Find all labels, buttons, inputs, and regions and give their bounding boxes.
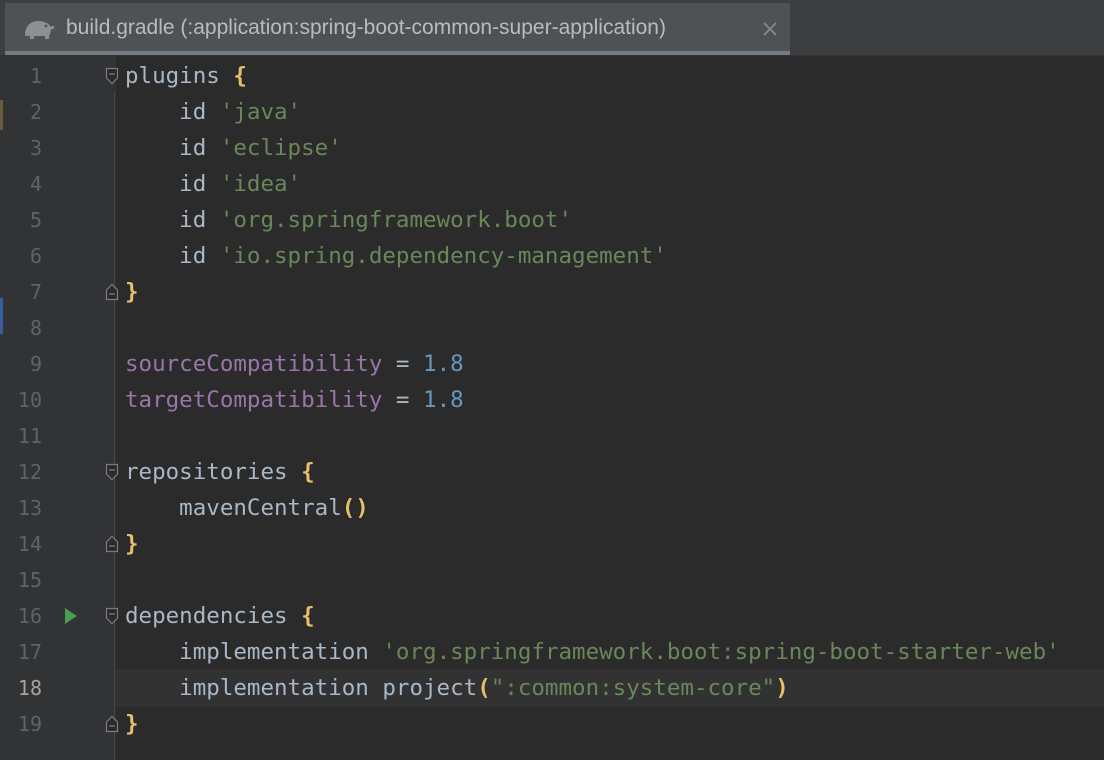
code-token: ) — [775, 675, 789, 701]
fold-end-icon[interactable] — [105, 535, 119, 553]
code-line[interactable]: 15 — [0, 562, 1104, 598]
code-token: 'io.spring.dependency-management' — [219, 243, 667, 269]
code-text[interactable]: id 'java' — [125, 94, 301, 130]
fold-collapse-icon[interactable] — [105, 67, 119, 85]
fold-end-icon[interactable] — [105, 283, 119, 301]
code-token: sourceCompatibility — [125, 351, 383, 377]
code-line[interactable]: 18 implementation project(":common:syste… — [0, 670, 1104, 706]
code-text[interactable]: plugins { — [125, 58, 247, 94]
code-line[interactable]: 5 id 'org.springframework.boot' — [0, 202, 1104, 238]
code-token: ( — [477, 675, 491, 701]
code-token: 'eclipse' — [219, 135, 342, 161]
code-line[interactable]: 8 — [0, 310, 1104, 346]
code-line[interactable]: 10 targetCompatibility = 1.8 — [0, 382, 1104, 418]
code-line[interactable]: 16 dependencies { — [0, 598, 1104, 634]
code-token: id — [125, 135, 220, 161]
editor-tab-bar: build.gradle (:application:spring-boot-c… — [0, 0, 1104, 56]
code-token: { — [301, 459, 315, 485]
line-number[interactable]: 8 — [0, 310, 42, 346]
line-number[interactable]: 17 — [0, 634, 42, 670]
code-text[interactable]: repositories { — [125, 454, 315, 490]
code-text[interactable]: id 'eclipse' — [125, 130, 342, 166]
code-line[interactable]: 13 mavenCentral() — [0, 490, 1104, 526]
code-token: targetCompatibility — [125, 387, 383, 413]
code-token: implementation project — [125, 675, 478, 701]
code-text[interactable]: id 'io.spring.dependency-management' — [125, 238, 667, 274]
line-number[interactable]: 2 — [0, 94, 42, 130]
code-line[interactable]: 1 plugins { — [0, 58, 1104, 94]
tab-build-gradle[interactable]: build.gradle (:application:spring-boot-c… — [5, 3, 790, 55]
line-number[interactable]: 19 — [0, 706, 42, 742]
code-token: plugins — [125, 63, 234, 89]
line-number[interactable]: 18 — [0, 670, 42, 706]
code-token: () — [341, 495, 369, 521]
code-token: 1.8 — [423, 387, 464, 413]
code-token: ":common:system-core" — [490, 675, 776, 701]
code-line[interactable]: 9 sourceCompatibility = 1.8 — [0, 346, 1104, 382]
code-line[interactable]: 11 — [0, 418, 1104, 454]
line-number[interactable]: 9 — [0, 346, 42, 382]
code-token: implementation — [125, 639, 383, 665]
code-token: = — [382, 387, 424, 413]
line-number[interactable]: 3 — [0, 130, 42, 166]
code-token: id — [125, 171, 220, 197]
close-icon[interactable] — [761, 20, 779, 38]
code-token: id — [125, 99, 220, 125]
fold-collapse-icon[interactable] — [105, 463, 119, 481]
code-token: 'idea' — [219, 171, 302, 197]
code-text[interactable]: implementation project(":common:system-c… — [125, 670, 789, 706]
code-line[interactable]: 17 implementation 'org.springframework.b… — [0, 634, 1104, 670]
code-token: id — [125, 243, 220, 269]
line-number[interactable]: 1 — [0, 58, 42, 94]
fold-end-icon[interactable] — [105, 715, 119, 733]
code-token: 'org.springframework.boot:spring-boot-st… — [382, 639, 1060, 665]
code-line[interactable]: 14} — [0, 526, 1104, 562]
code-token: 'org.springframework.boot' — [219, 207, 573, 233]
line-number[interactable]: 14 — [0, 526, 42, 562]
code-text[interactable]: id 'idea' — [125, 166, 301, 202]
code-line[interactable]: 2 id 'java' — [0, 94, 1104, 130]
gradle-elephant-icon — [25, 21, 55, 39]
code-token: repositories — [125, 459, 302, 485]
line-number[interactable]: 5 — [0, 202, 42, 238]
code-token: 1.8 — [423, 351, 464, 377]
line-number[interactable]: 12 — [0, 454, 42, 490]
code-text[interactable]: id 'org.springframework.boot' — [125, 202, 572, 238]
line-number[interactable]: 4 — [0, 166, 42, 202]
line-number[interactable]: 6 — [0, 238, 42, 274]
code-text[interactable]: dependencies { — [125, 598, 315, 634]
code-text[interactable]: sourceCompatibility = 1.8 — [125, 346, 464, 382]
code-text[interactable]: } — [125, 526, 139, 562]
code-token: = — [382, 351, 424, 377]
code-line[interactable]: 3 id 'eclipse' — [0, 130, 1104, 166]
run-gutter-icon[interactable] — [63, 606, 79, 626]
code-line[interactable]: 7} — [0, 274, 1104, 310]
code-text[interactable]: } — [125, 706, 139, 742]
code-text[interactable]: implementation 'org.springframework.boot… — [125, 634, 1060, 670]
code-token: } — [125, 711, 139, 737]
code-token: mavenCentral — [125, 495, 342, 521]
fold-collapse-icon[interactable] — [105, 607, 119, 625]
code-token: { — [233, 63, 247, 89]
tab-title: build.gradle (:application:spring-boot-c… — [66, 16, 666, 39]
line-number[interactable]: 11 — [0, 418, 42, 454]
code-token: id — [125, 207, 220, 233]
line-number[interactable]: 10 — [0, 382, 42, 418]
line-number[interactable]: 13 — [0, 490, 42, 526]
code-line[interactable]: 4 id 'idea' — [0, 166, 1104, 202]
line-number[interactable]: 16 — [0, 598, 42, 634]
code-text[interactable]: targetCompatibility = 1.8 — [125, 382, 464, 418]
code-token: 'java' — [219, 99, 302, 125]
line-number[interactable]: 15 — [0, 562, 42, 598]
code-text[interactable]: } — [125, 274, 139, 310]
code-token: } — [125, 531, 139, 557]
code-token: dependencies — [125, 603, 302, 629]
code-text[interactable]: mavenCentral() — [125, 490, 369, 526]
code-line[interactable]: 6 id 'io.spring.dependency-management' — [0, 238, 1104, 274]
code-line[interactable]: 12 repositories { — [0, 454, 1104, 490]
code-line[interactable]: 19} — [0, 706, 1104, 742]
code-token: } — [125, 279, 139, 305]
code-token: { — [301, 603, 315, 629]
line-number[interactable]: 7 — [0, 274, 42, 310]
